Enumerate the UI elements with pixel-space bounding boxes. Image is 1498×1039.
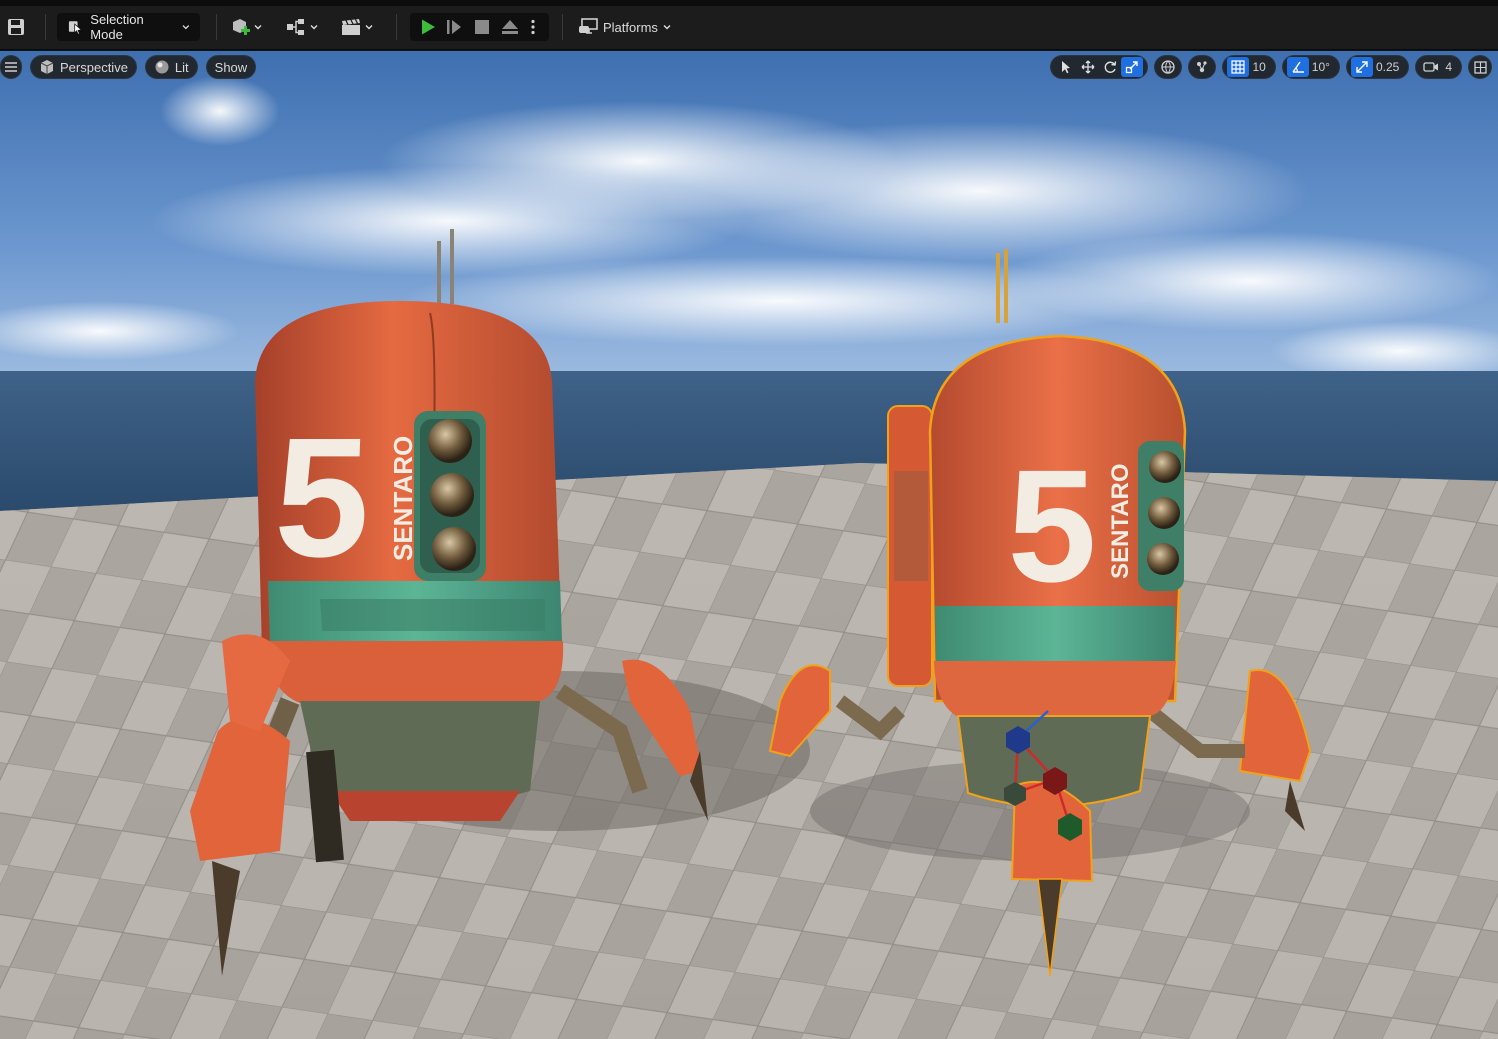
perspective-cube-icon: [40, 60, 54, 74]
scale-snap-group: 0.25: [1345, 55, 1410, 79]
cinematics-icon: [342, 19, 360, 35]
view-mode-button[interactable]: Perspective: [30, 55, 137, 79]
scene-render: 5 SENTARO 5 SENTARO: [0, 51, 1498, 1039]
chevron-down-icon: [663, 25, 671, 30]
grid-snap-icon: [1231, 60, 1246, 74]
toolbar-separator: [45, 14, 46, 40]
transform-tools: [1050, 55, 1149, 79]
lit-sphere-icon: [155, 60, 169, 74]
advance-frame-icon: [447, 20, 461, 34]
blueprint-icon: [287, 19, 304, 35]
platforms-dropdown[interactable]: Platforms: [578, 13, 671, 41]
play-button[interactable]: [416, 15, 440, 39]
robot-right-brand: SENTARO: [1107, 463, 1134, 579]
rotation-snap-group: 10°: [1281, 55, 1340, 79]
grid-snap-value[interactable]: 10: [1249, 60, 1270, 74]
scale-snap-value[interactable]: 0.25: [1373, 60, 1404, 74]
toolbar-separator: [562, 14, 563, 40]
camera-speed-value: 4: [1445, 60, 1452, 74]
selection-mode-label: Selection Mode: [90, 12, 144, 42]
scale-tool[interactable]: [1121, 57, 1144, 77]
add-actor-icon: [233, 19, 250, 35]
selection-mode-dropdown[interactable]: Selection Mode: [57, 12, 200, 42]
lighting-label: Lit: [174, 59, 189, 75]
hamburger-icon: [5, 62, 17, 72]
add-actor-button[interactable]: [229, 13, 262, 41]
maximize-icon: [1473, 60, 1487, 74]
show-label: Show: [214, 59, 248, 75]
robot-left-number: 5: [272, 403, 373, 593]
platforms-icon: [579, 18, 598, 34]
toolbar-separator: [216, 14, 217, 40]
stop-icon: [475, 20, 489, 34]
toolbar-separator: [396, 14, 397, 40]
chevron-down-icon: [365, 25, 373, 30]
world-local-icon: [1161, 60, 1176, 74]
save-icon: [8, 19, 24, 35]
grid-snap-toggle[interactable]: [1227, 57, 1250, 77]
viewport-right-controls: 10 10° 0.25 4: [1044, 55, 1492, 79]
camera-speed-button[interactable]: 4: [1415, 55, 1462, 79]
translate-icon: [1081, 60, 1095, 74]
robot-left-brand: SENTARO: [388, 436, 418, 561]
surface-snapping-button[interactable]: [1188, 55, 1217, 79]
play-controls: [410, 13, 549, 41]
chevron-down-icon: [182, 25, 190, 30]
select-tool[interactable]: [1055, 57, 1077, 77]
stop-button[interactable]: [468, 15, 496, 39]
view-mode-label: Perspective: [60, 59, 128, 75]
viewport-left-controls: Perspective Lit Show: [0, 55, 264, 79]
play-options-button[interactable]: [524, 15, 542, 39]
show-flags-button[interactable]: Show: [205, 55, 257, 79]
rotation-snap-toggle[interactable]: [1286, 57, 1309, 77]
chevron-down-icon: [254, 25, 262, 30]
advance-frame-button[interactable]: [440, 15, 468, 39]
robot-right-number: 5: [1008, 436, 1097, 615]
rotation-snap-value[interactable]: 10°: [1309, 60, 1335, 74]
scale-icon: [1126, 61, 1139, 74]
platforms-label: Platforms: [603, 19, 658, 35]
scale-snap-icon: [1356, 61, 1368, 73]
play-icon: [422, 19, 435, 35]
save-button[interactable]: [6, 13, 26, 41]
selection-mode-icon: [68, 21, 83, 35]
level-viewport[interactable]: 5 SENTARO 5 SENTARO Perspective Lit Show…: [0, 51, 1498, 1039]
kebab-icon: [531, 19, 535, 35]
translate-tool[interactable]: [1077, 57, 1099, 77]
rotate-tool[interactable]: [1099, 57, 1121, 77]
rotate-icon: [1105, 61, 1117, 73]
title-strip: [0, 0, 1498, 6]
grid-snap-group: 10: [1222, 55, 1276, 79]
coordinate-system-button[interactable]: [1154, 55, 1183, 79]
camera-speed-icon: [1423, 62, 1439, 72]
maximize-viewport-button[interactable]: [1468, 55, 1492, 79]
blueprint-button[interactable]: [285, 13, 318, 41]
view-lighting-button[interactable]: Lit: [144, 55, 198, 79]
cinematics-button[interactable]: [340, 13, 373, 41]
rotation-snap-icon: [1292, 61, 1304, 73]
surface-snap-icon: [1197, 61, 1208, 73]
eject-button[interactable]: [496, 15, 524, 39]
viewport-options-button[interactable]: [0, 55, 22, 79]
chevron-down-icon: [310, 25, 318, 30]
main-toolbar: Selection Mode Platforms: [0, 0, 1498, 50]
eject-icon: [502, 20, 518, 34]
select-arrow-icon: [1062, 61, 1071, 74]
scale-snap-toggle[interactable]: [1350, 57, 1373, 77]
